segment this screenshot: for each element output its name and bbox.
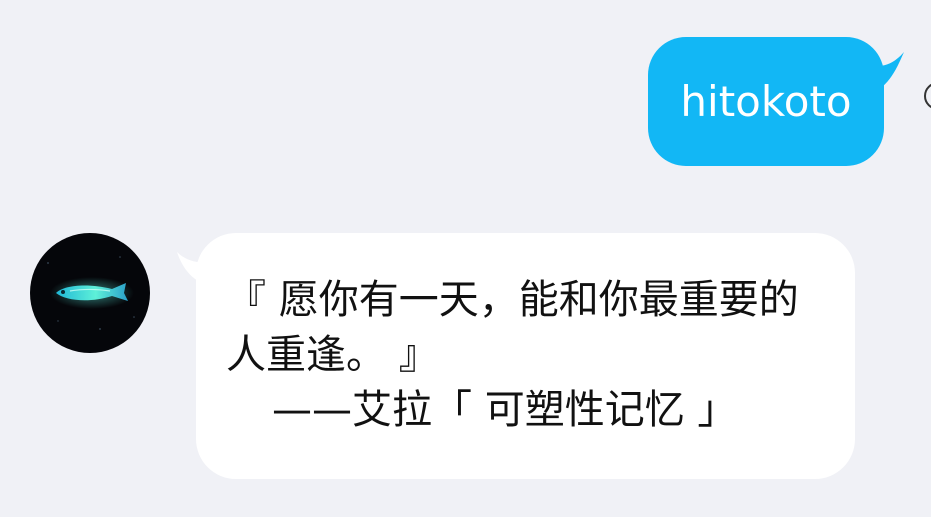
chat-window: hitokoto 『 愿你有一天，能和你最重要的人重逢。 』 ——艾拉「 可塑性… — [0, 0, 931, 517]
hitokoto-source: ——艾拉「 可塑性记忆 」 — [272, 387, 738, 433]
incoming-message-bubble[interactable]: 『 愿你有一天，能和你最重要的人重逢。 』 ——艾拉「 可塑性记忆 」 — [196, 233, 855, 479]
self-avatar[interactable] — [924, 82, 931, 110]
outgoing-message-text: hitokoto — [680, 76, 852, 126]
outgoing-message-bubble[interactable]: hitokoto — [648, 37, 884, 166]
hitokoto-quote: 『 愿你有一天，能和你最重要的人重逢。 』 — [226, 277, 799, 378]
sender-avatar[interactable] — [30, 233, 150, 353]
glowing-fish-icon — [47, 256, 135, 330]
